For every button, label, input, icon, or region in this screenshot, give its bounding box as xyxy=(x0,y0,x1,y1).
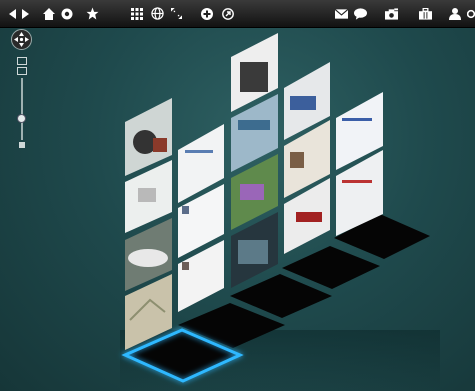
column-3 xyxy=(231,33,278,288)
share-icon[interactable] xyxy=(221,4,235,23)
user-icon[interactable] xyxy=(448,4,462,23)
thumbnail-graphic xyxy=(240,62,268,92)
bookmark-star-icon[interactable] xyxy=(84,4,100,23)
history-icon[interactable] xyxy=(60,4,74,23)
thumbnail-graphic xyxy=(238,240,268,264)
thumbnail-graphic xyxy=(128,249,168,267)
camera-icon[interactable] xyxy=(384,4,398,23)
top-toolbar xyxy=(0,0,475,28)
thumbnail-graphic xyxy=(182,206,189,214)
column-2 xyxy=(178,124,224,312)
column-4 xyxy=(284,62,330,254)
grid-view-icon[interactable] xyxy=(129,4,145,23)
mail-icon[interactable] xyxy=(334,4,348,23)
thumbnail-graphic xyxy=(185,150,213,153)
column-1 xyxy=(125,98,172,350)
forward-icon[interactable] xyxy=(20,4,30,23)
thumbnail-graphic xyxy=(342,180,372,183)
chat-icon[interactable] xyxy=(353,4,367,23)
back-icon[interactable] xyxy=(8,4,18,23)
thumbnail-graphic xyxy=(138,188,156,202)
column-5 xyxy=(336,92,383,236)
thumbnail-graphic xyxy=(240,184,264,200)
thumbnail-graphic xyxy=(182,262,189,270)
thumbnail-graphic xyxy=(153,138,167,152)
home-icon[interactable] xyxy=(42,4,56,23)
add-icon[interactable] xyxy=(200,4,214,23)
settings-icon[interactable] xyxy=(467,4,475,23)
page-wall xyxy=(120,33,440,391)
globe-icon[interactable] xyxy=(149,4,165,23)
thumbnail-graphic xyxy=(342,118,372,121)
briefcase-icon[interactable] xyxy=(418,4,432,23)
thumbnail-graphic xyxy=(290,96,316,110)
space-browser-window xyxy=(0,0,475,391)
thumbnail-graphic xyxy=(290,152,304,168)
fullscreen-icon[interactable] xyxy=(169,4,183,23)
thumbnail-graphic xyxy=(296,212,322,222)
thumbnail-graphic xyxy=(238,120,270,130)
